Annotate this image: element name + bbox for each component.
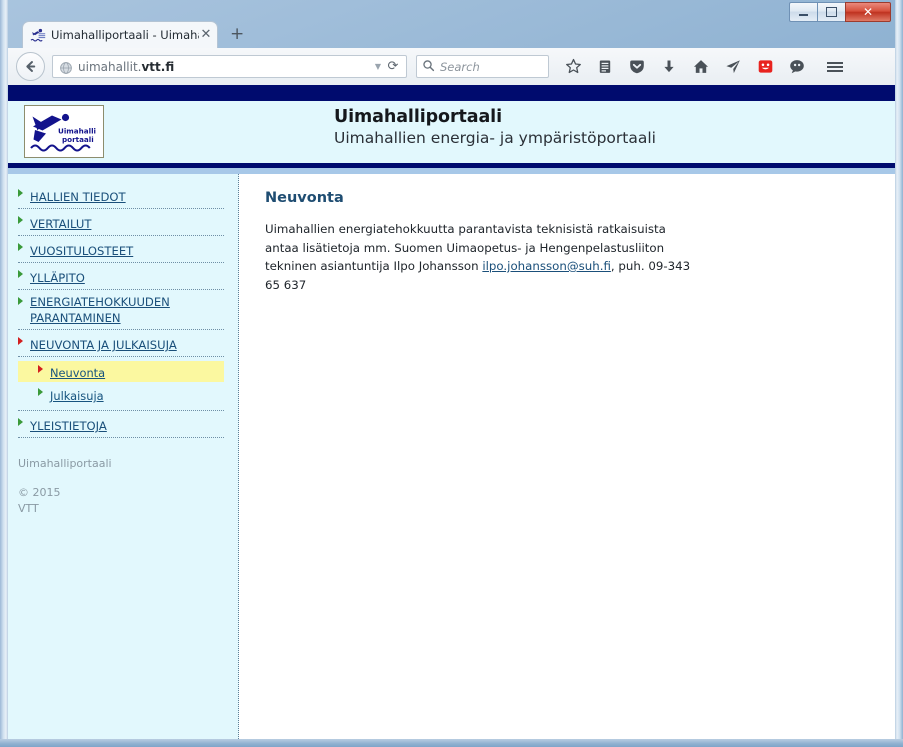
content-paragraph: Uimahallien energiatehokkuutta parantavi… (265, 220, 695, 294)
content-heading: Neuvonta (265, 190, 344, 206)
address-bar[interactable]: uimahallit.vtt.fi ▼ ⟳ (52, 55, 407, 78)
url-domain: vtt.fi (141, 59, 175, 74)
triangle-right-icon (18, 216, 23, 224)
top-navy-band (8, 85, 895, 101)
url-prefix: uimahallit. (78, 59, 142, 74)
sidebar-divider (18, 407, 224, 411)
menu-hamburger-icon[interactable] (819, 53, 851, 81)
triangle-right-icon (38, 365, 43, 373)
sidebar-footer: Uimahalliportaali © 2015 VTT (18, 456, 224, 517)
triangle-right-icon (18, 243, 23, 251)
triangle-right-icon (38, 388, 43, 396)
sidebar-subitem-label: Neuvonta (50, 366, 106, 380)
back-button[interactable] (16, 52, 45, 81)
triangle-right-icon (18, 337, 23, 345)
site-header: Uimahalli portaali Uimahalliportaali Uim… (8, 101, 895, 163)
toolbar-icon-group (557, 53, 851, 81)
sidebar-item-label: YLEISTIETOJA (30, 419, 107, 433)
new-tab-button[interactable]: + (230, 26, 244, 43)
title-bar: ✕ (0, 0, 903, 22)
pocket-icon[interactable] (621, 53, 653, 81)
browser-window: ✕ Uimahalliportaali - Uimaha... ✕ + (0, 0, 903, 747)
footer-site-name: Uimahalliportaali (18, 457, 112, 470)
page-subtitle: Uimahallien energia- ja ympäristöportaal… (334, 129, 656, 147)
page-viewport: Uimahalli portaali Uimahalliportaali Uim… (8, 85, 895, 739)
sidebar-subitem-label: Julkaisuja (50, 389, 104, 403)
sidebar-item-5[interactable]: NEUVONTA JA JULKAISUJA (18, 334, 224, 357)
sidebar-item-3[interactable]: YLLÄPITO (18, 267, 224, 290)
home-icon[interactable] (685, 53, 717, 81)
footer-copyright: © 2015 (18, 486, 61, 499)
tab-strip: Uimahalliportaali - Uimaha... ✕ + (8, 18, 895, 48)
svg-text:portaali: portaali (62, 135, 94, 144)
triangle-right-icon (18, 270, 23, 278)
navigation-toolbar: uimahallit.vtt.fi ▼ ⟳ Search (8, 48, 895, 86)
header-titles: Uimahalliportaali Uimahallien energia- j… (334, 107, 656, 147)
tab-title: Uimahalliportaali - Uimaha... (51, 28, 199, 42)
site-logo[interactable]: Uimahalli portaali (24, 105, 104, 158)
window-frame-bottom (0, 739, 903, 747)
back-arrow-icon (26, 61, 36, 72)
sidebar: HALLIEN TIEDOT VERTAILUT VUOSITULOSTEET YLL… (8, 174, 239, 739)
sidebar-item-label: ENERGIATEHOKKUUDEN PARANTAMINEN (30, 295, 170, 325)
swimmer-favicon (30, 27, 46, 43)
chevron-down-icon[interactable]: ▼ (372, 62, 384, 71)
sidebar-subitem-1[interactable]: Julkaisuja (18, 384, 224, 405)
chat-bubble-icon[interactable] (781, 53, 813, 81)
sidebar-subitem-0[interactable]: Neuvonta (18, 361, 224, 382)
sidebar-item-label: HALLIEN TIEDOT (30, 190, 126, 204)
page-body: HALLIEN TIEDOT VERTAILUT VUOSITULOSTEET YLL… (8, 174, 895, 739)
triangle-right-icon (18, 418, 23, 426)
window-frame-right (895, 0, 903, 747)
sidebar-item-1[interactable]: VERTAILUT (18, 213, 224, 236)
search-placeholder: Search (440, 59, 480, 74)
globe-icon (59, 60, 73, 74)
downloads-icon[interactable] (653, 53, 685, 81)
sidebar-item-label: NEUVONTA JA JULKAISUJA (30, 338, 177, 352)
main-content: Neuvonta Uimahallien energiatehokkuutta … (239, 174, 895, 739)
search-icon (422, 59, 435, 75)
page-title: Uimahalliportaali (334, 107, 502, 127)
sidebar-item-0[interactable]: HALLIEN TIEDOT (18, 186, 224, 209)
browser-tab[interactable]: Uimahalliportaali - Uimaha... ✕ (22, 21, 218, 48)
minimize-icon (799, 14, 808, 16)
triangle-right-icon (18, 189, 23, 197)
smiley-icon[interactable] (749, 53, 781, 81)
reload-icon[interactable]: ⟳ (384, 59, 402, 74)
share-icon[interactable] (717, 53, 749, 81)
triangle-right-icon (18, 297, 23, 305)
reading-list-icon[interactable] (589, 53, 621, 81)
window-frame-left (0, 0, 8, 747)
hamburger-bars (827, 60, 843, 74)
sidebar-nav: HALLIEN TIEDOT VERTAILUT VUOSITULOSTEET YLL… (8, 186, 238, 438)
sidebar-item-4[interactable]: ENERGIATEHOKKUUDEN PARANTAMINEN (18, 294, 224, 330)
bookmark-star-icon[interactable] (557, 53, 589, 81)
close-icon: ✕ (862, 5, 874, 19)
maximize-icon (826, 7, 837, 17)
tab-close-icon[interactable]: ✕ (199, 28, 213, 41)
sidebar-item-label: VUOSITULOSTEET (30, 244, 134, 258)
sidebar-item-label: VERTAILUT (30, 217, 92, 231)
url-text: uimahallit.vtt.fi (78, 60, 372, 74)
footer-organization: VTT (18, 502, 39, 515)
email-link[interactable]: ilpo.johansson@suh.fi (482, 259, 611, 273)
sidebar-item-2[interactable]: VUOSITULOSTEET (18, 240, 224, 263)
sidebar-item-label: YLLÄPITO (30, 271, 85, 285)
sidebar-item-yleistietoja[interactable]: YLEISTIETOJA (18, 415, 224, 438)
search-input[interactable]: Search (416, 55, 549, 78)
